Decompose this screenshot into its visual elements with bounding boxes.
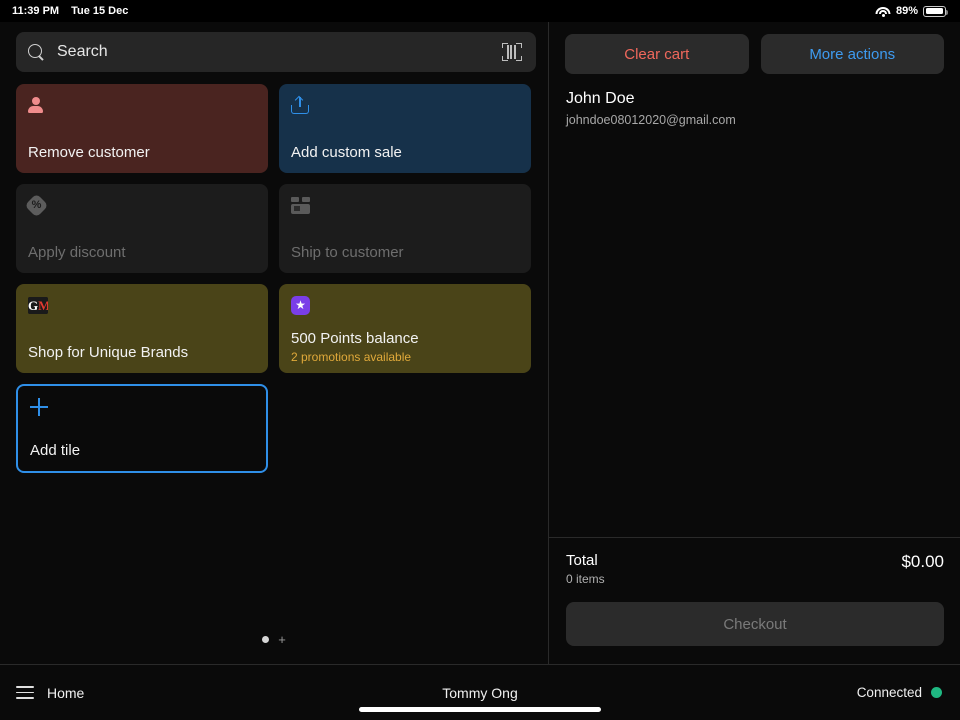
status-date: Tue 15 Dec bbox=[71, 5, 129, 17]
customer-name: John Doe bbox=[566, 90, 635, 107]
battery-icon bbox=[923, 5, 948, 17]
connection-status-dot bbox=[931, 687, 942, 698]
wifi-icon bbox=[875, 6, 891, 17]
discount-percent-icon: % bbox=[24, 192, 256, 218]
gm-logo-icon: GM bbox=[28, 294, 256, 316]
shipping-box-icon bbox=[291, 194, 519, 216]
more-actions-button[interactable]: More actions bbox=[760, 34, 944, 74]
cart-items-area bbox=[549, 127, 960, 537]
tile-label: Ship to customer bbox=[291, 244, 404, 261]
tile-label: Add tile bbox=[30, 442, 81, 459]
tile-label: Add custom sale bbox=[291, 144, 402, 161]
checkout-button: Checkout bbox=[566, 602, 944, 646]
home-nav[interactable]: Home bbox=[16, 685, 84, 701]
total-label: Total bbox=[566, 552, 598, 569]
search-icon bbox=[28, 43, 45, 61]
add-page-icon[interactable]: + bbox=[278, 633, 286, 646]
barcode-scan-icon[interactable] bbox=[502, 43, 522, 61]
item-count-label: 0 items bbox=[566, 572, 605, 586]
status-bar-right: 89% bbox=[875, 5, 948, 17]
page-dot[interactable] bbox=[262, 636, 270, 643]
home-indicator[interactable] bbox=[359, 707, 601, 712]
status-time: 11:39 PM bbox=[12, 5, 60, 17]
status-bar: 11:39 PM Tue 15 Dec 89% bbox=[0, 0, 960, 22]
search-input[interactable]: Search bbox=[57, 43, 490, 61]
tile-remove-customer[interactable]: Remove customer bbox=[16, 84, 268, 173]
tile-add-tile[interactable]: Add tile bbox=[16, 384, 268, 473]
totals-left: Total 0 items bbox=[566, 552, 605, 586]
clear-cart-button[interactable]: Clear cart bbox=[565, 34, 749, 74]
tile-ship-to-customer: Ship to customer bbox=[279, 184, 531, 273]
connection-label: Connected bbox=[856, 685, 922, 700]
status-bar-left: 11:39 PM Tue 15 Dec bbox=[12, 5, 128, 17]
tile-grid: Remove customer Add custom sale % Apply … bbox=[16, 84, 536, 473]
pos-screen: 11:39 PM Tue 15 Dec 89% Search Remove cu… bbox=[0, 0, 960, 720]
battery-percent-label: 89% bbox=[895, 5, 918, 17]
upload-icon bbox=[291, 94, 519, 116]
tile-points-balance[interactable]: ★ 500 Points balance 2 promotions availa… bbox=[279, 284, 531, 373]
customer-email: johndoe08012020@gmail.com bbox=[566, 113, 736, 127]
plus-icon bbox=[30, 396, 254, 418]
left-panel: Search Remove customer Add custom sale %… bbox=[0, 22, 548, 664]
connection-status[interactable]: Connected bbox=[857, 685, 942, 700]
main-body: Search Remove customer Add custom sale %… bbox=[0, 22, 960, 664]
staff-name: Tommy Ong bbox=[442, 684, 518, 701]
tile-label: 500 Points balance bbox=[291, 330, 419, 347]
person-icon bbox=[28, 94, 256, 116]
cart-action-row: Clear cart More actions bbox=[549, 22, 960, 74]
tile-label: Apply discount bbox=[28, 244, 126, 261]
tile-add-custom-sale[interactable]: Add custom sale bbox=[279, 84, 531, 173]
tile-label: Shop for Unique Brands bbox=[28, 344, 189, 361]
cart-panel: Clear cart More actions John Doe johndoe… bbox=[549, 22, 960, 664]
bottom-bar: Home Tommy Ong Connected bbox=[0, 664, 960, 720]
page-indicator: + bbox=[0, 633, 548, 646]
home-label[interactable]: Home bbox=[47, 685, 84, 701]
tile-apply-discount: % Apply discount bbox=[16, 184, 268, 273]
tile-shop-unique-brands[interactable]: GM Shop for Unique Brands bbox=[16, 284, 268, 373]
totals-row: Total 0 items $0.00 bbox=[549, 538, 960, 586]
star-badge-icon: ★ bbox=[291, 294, 519, 316]
search-bar[interactable]: Search bbox=[16, 32, 536, 72]
tile-sublabel: 2 promotions available bbox=[291, 350, 412, 364]
hamburger-menu-icon[interactable] bbox=[16, 686, 34, 699]
tile-label: Remove customer bbox=[28, 144, 150, 161]
customer-info[interactable]: John Doe johndoe08012020@gmail.com bbox=[549, 74, 960, 127]
total-amount: $0.00 bbox=[901, 552, 944, 571]
